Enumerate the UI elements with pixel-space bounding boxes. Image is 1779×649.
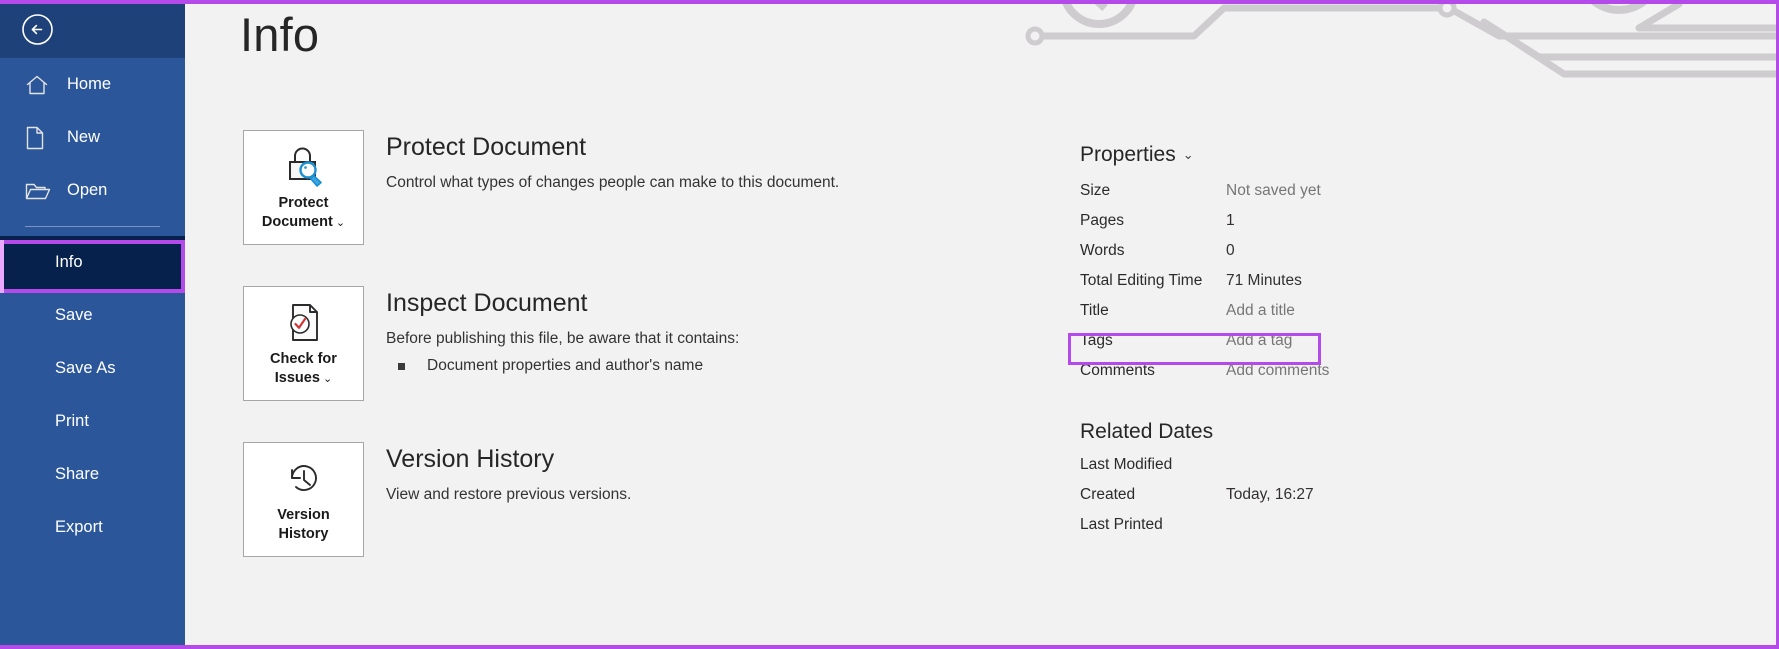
property-key: Size xyxy=(1080,182,1111,199)
properties-heading-label: Properties xyxy=(1080,143,1176,166)
property-row-title: Title Add a title xyxy=(1080,296,1550,326)
tile-label: Protect Document ⌄ xyxy=(261,195,346,230)
date-key: Last Modified xyxy=(1080,456,1173,473)
tags-field[interactable]: Add a tag xyxy=(1226,332,1292,350)
sidebar-item-home[interactable]: Home xyxy=(0,58,185,111)
sidebar-item-label: Save As xyxy=(55,359,116,377)
chevron-down-icon[interactable]: ⌄ xyxy=(1183,147,1194,163)
comments-field[interactable]: Add comments xyxy=(1226,362,1329,380)
highlight-border-top xyxy=(0,0,1779,4)
properties-heading[interactable]: Properties ⌄ xyxy=(1080,143,1550,167)
sidebar-item-label: Save xyxy=(55,306,93,324)
property-key: Title xyxy=(1080,302,1109,319)
block-text: Inspect Document Before publishing this … xyxy=(386,288,1126,377)
list-item: Document properties and author's name xyxy=(386,355,1126,377)
block-title: Protect Document xyxy=(386,133,587,161)
page-title: Info xyxy=(240,8,320,61)
backstage-sidebar: Home New Open Info Save Save As Print Sh… xyxy=(0,0,185,649)
title-field[interactable]: Add a title xyxy=(1226,302,1295,320)
date-value: Today, 16:27 xyxy=(1226,486,1314,503)
block-text: Protect Document Control what types of c… xyxy=(386,132,1126,193)
related-dates-heading: Related Dates xyxy=(1080,420,1214,443)
property-key: Comments xyxy=(1080,362,1155,379)
block-description: View and restore previous versions. xyxy=(386,486,632,503)
check-for-issues-button[interactable]: Check for Issues ⌄ xyxy=(243,286,364,401)
property-key: Total Editing Time xyxy=(1080,272,1203,289)
back-arrow-icon[interactable] xyxy=(21,13,54,46)
sidebar-item-label: Info xyxy=(55,253,83,271)
home-icon xyxy=(25,73,53,97)
sidebar-item-export[interactable]: Export xyxy=(0,501,185,554)
inspect-findings-list: Document properties and author's name xyxy=(386,355,1126,377)
block-protect-document: Protect Document ⌄ Protect Document Cont… xyxy=(243,130,1143,286)
block-inspect-document: Check for Issues ⌄ Inspect Document Befo… xyxy=(243,286,1143,442)
property-row-words: Words 0 xyxy=(1080,236,1550,266)
date-row-created: Created Today, 16:27 xyxy=(1080,480,1550,510)
chevron-down-icon: ⌄ xyxy=(332,217,346,229)
list-item-label: Document properties and author's name xyxy=(427,357,704,374)
property-key: Pages xyxy=(1080,212,1124,229)
block-title: Inspect Document xyxy=(386,289,588,317)
sidebar-item-open[interactable]: Open xyxy=(0,164,185,217)
sidebar-item-print[interactable]: Print xyxy=(0,395,185,448)
highlight-border-bottom xyxy=(0,645,1779,649)
sidebar-item-info[interactable]: Info xyxy=(0,236,185,289)
action-blocks: Protect Document ⌄ Protect Document Cont… xyxy=(243,130,1143,598)
clock-rewind-icon xyxy=(279,454,329,502)
sidebar-item-label: Share xyxy=(55,465,100,483)
sidebar-item-save[interactable]: Save xyxy=(0,289,185,342)
date-row-last-modified: Last Modified xyxy=(1080,450,1550,480)
info-highlight-strip xyxy=(0,240,4,293)
folder-icon xyxy=(25,179,53,203)
property-row-tags: Tags Add a tag xyxy=(1080,326,1550,356)
sidebar-header xyxy=(0,0,185,58)
property-row-size: Size Not saved yet xyxy=(1080,176,1550,206)
circuit-decoration-graphic xyxy=(1025,0,1779,78)
property-row-comments: Comments Add comments xyxy=(1080,356,1550,386)
document-check-icon xyxy=(279,298,329,346)
sidebar-divider xyxy=(25,226,160,227)
sidebar-item-label: Export xyxy=(55,518,103,536)
properties-panel: Properties ⌄ Size Not saved yet Pages 1 … xyxy=(1068,143,1550,540)
sidebar-item-label: New xyxy=(67,128,101,146)
tile-label: Check for Issues ⌄ xyxy=(270,351,337,386)
sidebar-item-share[interactable]: Share xyxy=(0,448,185,501)
sidebar-item-label: Print xyxy=(55,412,89,430)
block-description: Control what types of changes people can… xyxy=(386,174,840,191)
app-window: Home New Open Info Save Save As Print Sh… xyxy=(0,0,1779,649)
property-row-pages: Pages 1 xyxy=(1080,206,1550,236)
date-key: Created xyxy=(1080,486,1136,503)
block-version-history: Version History Version History View and… xyxy=(243,442,1143,598)
lock-magnifier-icon xyxy=(279,142,329,190)
block-text: Version History View and restore previou… xyxy=(386,444,1126,505)
chevron-down-icon: ⌄ xyxy=(319,373,333,385)
date-row-last-printed: Last Printed xyxy=(1080,510,1550,540)
backstage-content: Info Protect Document ⌄ Protect Document… xyxy=(185,0,1779,649)
property-key: Words xyxy=(1080,242,1125,259)
tile-label: Version History xyxy=(277,507,330,542)
bullet-square-icon xyxy=(398,363,405,370)
block-description: Before publishing this file, be aware th… xyxy=(386,330,740,347)
property-value: 1 xyxy=(1226,212,1235,229)
date-key: Last Printed xyxy=(1080,516,1163,533)
property-value: 0 xyxy=(1226,242,1235,259)
block-title: Version History xyxy=(386,445,555,473)
property-row-total-editing-time: Total Editing Time 71 Minutes xyxy=(1080,266,1550,296)
version-history-button[interactable]: Version History xyxy=(243,442,364,557)
property-value[interactable]: Not saved yet xyxy=(1226,182,1321,200)
sidebar-item-label: Open xyxy=(67,181,108,199)
sidebar-nav: Home New Open Info Save Save As Print Sh… xyxy=(0,58,185,554)
page-icon xyxy=(25,126,53,150)
property-key: Tags xyxy=(1080,332,1113,349)
sidebar-item-new[interactable]: New xyxy=(0,111,185,164)
sidebar-item-label: Home xyxy=(67,75,112,93)
protect-document-button[interactable]: Protect Document ⌄ xyxy=(243,130,364,245)
property-value: 71 Minutes xyxy=(1226,272,1302,289)
sidebar-item-save-as[interactable]: Save As xyxy=(0,342,185,395)
